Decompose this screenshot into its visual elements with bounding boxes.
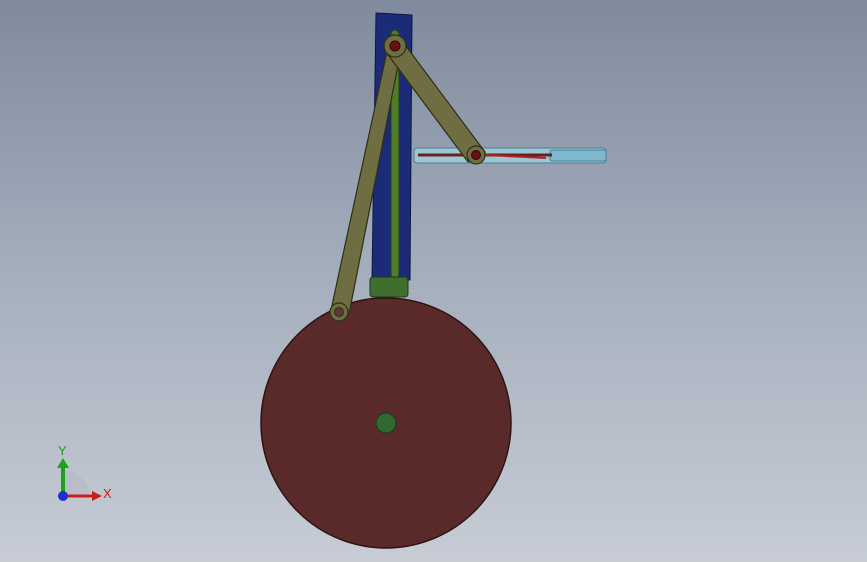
- z-axis-dot: [58, 491, 68, 501]
- wheel-pin[interactable]: [334, 307, 344, 317]
- wheel-hub[interactable]: [375, 412, 397, 434]
- triad-graphic: [57, 458, 102, 501]
- x-axis-label: X: [103, 486, 112, 501]
- y-axis-label: Y: [58, 443, 67, 458]
- y-axis-arrowhead: [57, 458, 69, 468]
- rod-pin[interactable]: [471, 150, 481, 160]
- triad-plane-shade: [63, 470, 89, 496]
- slider-collar[interactable]: [369, 276, 409, 298]
- axis-triad: X Y: [44, 438, 124, 518]
- graphics-viewport[interactable]: X Y: [0, 0, 867, 562]
- x-axis-arrowhead: [92, 491, 102, 501]
- mechanism-model[interactable]: [0, 0, 867, 562]
- top-pin[interactable]: [389, 40, 401, 52]
- cylinder-cap[interactable]: [549, 149, 607, 162]
